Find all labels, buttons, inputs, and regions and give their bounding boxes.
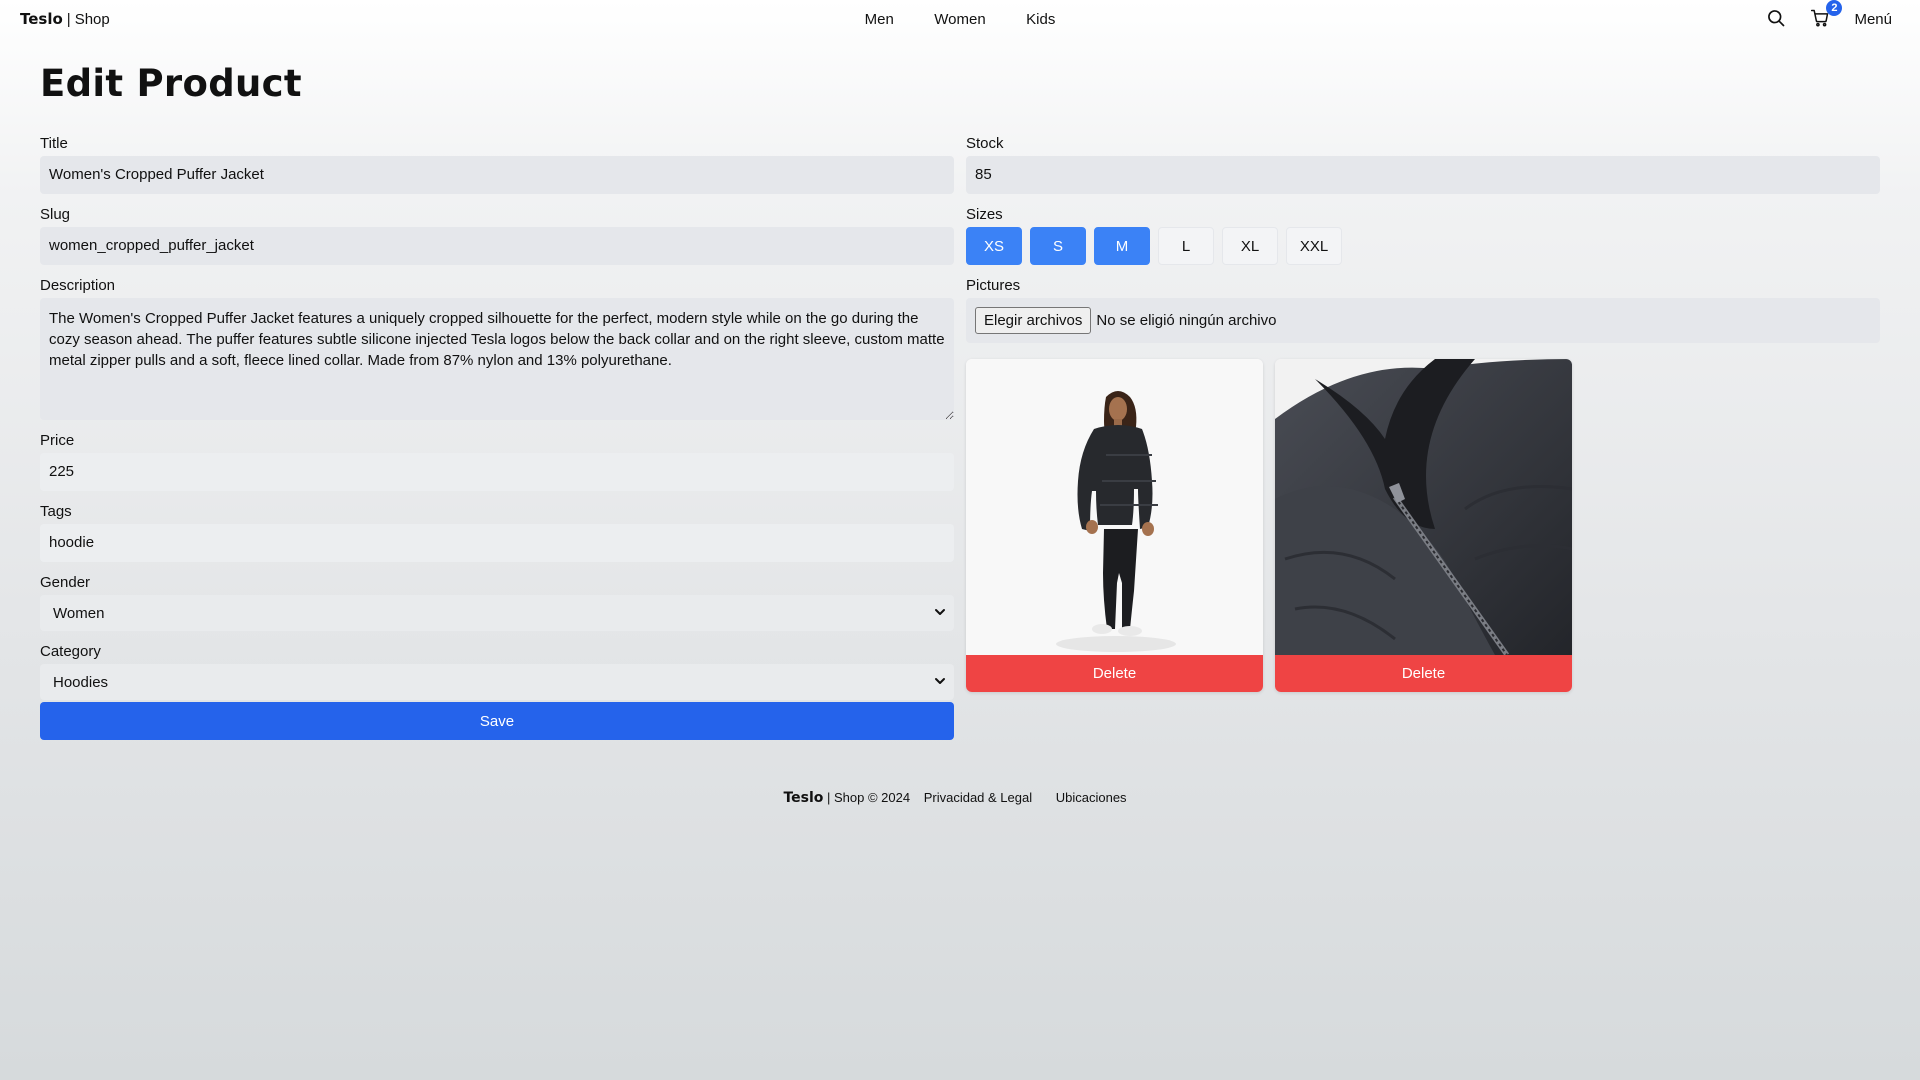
nav-actions: 2 Menú	[1766, 0, 1892, 30]
product-images: Delete Delete	[966, 359, 1880, 692]
tags-input[interactable]: hoodie	[40, 524, 954, 562]
footer-brand: Teslo	[783, 790, 824, 806]
product-image-card: Delete	[1275, 359, 1572, 692]
footer-copyright: | Shop © 2024	[827, 790, 911, 805]
footer: Teslo | Shop © 2024 Privacidad & Legal U…	[0, 790, 1920, 806]
brand-suffix: Shop	[74, 11, 110, 28]
product-form-right: Stock 85 Sizes XS S M L XL XXL Pictures …	[966, 135, 1880, 692]
category-selected-value: Hoodies	[53, 673, 109, 691]
cart-icon[interactable]: 2	[1810, 0, 1843, 30]
size-option-m[interactable]: M	[1094, 227, 1150, 265]
choose-files-button[interactable]: Elegir archivos	[975, 307, 1092, 334]
size-option-l[interactable]: L	[1158, 227, 1214, 265]
product-image-card: Delete	[966, 359, 1263, 692]
description-textarea[interactable]: The Women's Cropped Puffer Jacket featur…	[40, 298, 954, 420]
cart-count-badge: 2	[1826, 0, 1843, 16]
nav-link-kids[interactable]: Kids	[1022, 9, 1059, 30]
size-option-xl[interactable]: XL	[1222, 227, 1278, 265]
file-status-text: No se eligió ningún archivo	[1096, 312, 1277, 329]
pictures-label: Pictures	[966, 277, 1021, 294]
chevron-down-icon	[934, 674, 946, 691]
page-title: Edit Product	[40, 62, 302, 105]
delete-image-button[interactable]: Delete	[966, 655, 1263, 692]
product-image-detail	[1275, 359, 1572, 655]
brand-name: Teslo	[20, 10, 63, 28]
stock-input[interactable]: 85	[966, 156, 1880, 194]
title-label: Title	[40, 135, 68, 152]
sizes-label: Sizes	[966, 206, 1003, 223]
category-select[interactable]: Hoodies	[40, 664, 954, 700]
price-label: Price	[40, 432, 75, 449]
menu-button[interactable]: Menú	[1854, 11, 1892, 28]
footer-link-privacy[interactable]: Privacidad & Legal	[924, 790, 1032, 805]
gender-label: Gender	[40, 574, 91, 591]
search-icon[interactable]	[1766, 8, 1788, 30]
description-label: Description	[40, 277, 116, 294]
delete-image-button[interactable]: Delete	[1275, 655, 1572, 692]
save-button[interactable]: Save	[40, 702, 954, 740]
title-input[interactable]: Women's Cropped Puffer Jacket	[40, 156, 954, 194]
pictures-file-input: Elegir archivos No se eligió ningún arch…	[966, 298, 1880, 343]
brand-separator: |	[66, 11, 71, 28]
category-label: Category	[40, 643, 101, 660]
gender-select[interactable]: Women	[40, 595, 954, 631]
footer-link-locations[interactable]: Ubicaciones	[1056, 790, 1127, 805]
nav-link-men[interactable]: Men	[861, 9, 898, 30]
slug-label: Slug	[40, 206, 71, 223]
size-option-xxl[interactable]: XXL	[1286, 227, 1342, 265]
gender-selected-value: Women	[53, 604, 105, 622]
top-nav: Teslo | Shop Men Women Kids 2 Menú	[0, 0, 1920, 38]
slug-input[interactable]: women_cropped_puffer_jacket	[40, 227, 954, 265]
tags-label: Tags	[40, 503, 72, 520]
price-input[interactable]: 225	[40, 453, 954, 491]
size-option-s[interactable]: S	[1030, 227, 1086, 265]
product-image-model	[966, 359, 1263, 655]
nav-link-women[interactable]: Women	[930, 9, 989, 30]
chevron-down-icon	[934, 605, 946, 622]
size-option-xs[interactable]: XS	[966, 227, 1022, 265]
brand-logo[interactable]: Teslo | Shop	[20, 10, 110, 28]
size-selector: XS S M L XL XXL	[966, 227, 1880, 265]
stock-label: Stock	[966, 135, 1004, 152]
product-form-left: Title Women's Cropped Puffer Jacket Slug…	[40, 135, 954, 740]
nav-links: Men Women Kids	[0, 9, 1920, 30]
